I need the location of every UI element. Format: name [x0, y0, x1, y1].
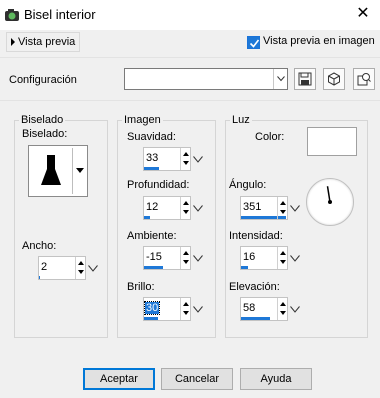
- ambience-level-bar: [144, 266, 164, 269]
- brightness-value: 30: [143, 301, 161, 315]
- chevron-down-icon[interactable]: [87, 257, 99, 279]
- cube-icon: [328, 72, 340, 86]
- color-label: Color:: [255, 131, 285, 143]
- stepper-arrows-icon[interactable]: [277, 298, 287, 320]
- width-spinner[interactable]: 2: [38, 256, 98, 280]
- chevron-down-icon[interactable]: [192, 197, 204, 219]
- chevron-down-icon[interactable]: [192, 148, 204, 170]
- app-icon: [5, 9, 19, 21]
- floppy-disk-icon: [298, 72, 312, 86]
- smoothness-level-bar: [144, 167, 160, 170]
- angle-dial-needle-icon: [326, 186, 332, 204]
- angle-value: 351: [243, 201, 262, 213]
- stepper-arrows-icon[interactable]: [277, 247, 287, 269]
- brightness-level-bar: [144, 317, 158, 320]
- elevation-label: Elevación:: [229, 281, 280, 293]
- preset-manager-icon: [357, 73, 371, 86]
- close-icon[interactable]: ✕: [354, 5, 372, 23]
- divider: [0, 100, 380, 101]
- depth-level-bar: [144, 216, 150, 219]
- brightness-label: Brillo:: [127, 281, 155, 293]
- ambience-spinner[interactable]: -15: [143, 246, 203, 270]
- checkmark-icon: [249, 39, 260, 48]
- width-level-bar: [39, 276, 41, 279]
- bevel-group-label: Biselado: [21, 114, 64, 126]
- intensity-level-bar: [241, 266, 249, 269]
- chevron-down-icon[interactable]: [76, 168, 84, 174]
- stepper-arrows-icon[interactable]: [180, 148, 190, 170]
- ambience-value: -15: [146, 251, 162, 263]
- smoothness-label: Suavidad:: [127, 131, 176, 143]
- preview-toggle-button[interactable]: Vista previa: [6, 32, 80, 52]
- cancel-button[interactable]: Cancelar: [161, 368, 233, 390]
- chevron-down-icon[interactable]: [192, 298, 204, 320]
- light-color-swatch[interactable]: [307, 127, 357, 156]
- bevel-shape-picker[interactable]: [28, 145, 88, 197]
- stepper-arrows-icon[interactable]: [180, 298, 190, 320]
- width-label: Ancho:: [22, 240, 57, 252]
- stepper-arrows-icon[interactable]: [180, 197, 190, 219]
- chevron-down-icon[interactable]: [289, 197, 301, 219]
- help-button[interactable]: Ayuda: [240, 368, 312, 390]
- config-label: Configuración: [9, 74, 77, 86]
- width-value: 2: [41, 261, 48, 273]
- stepper-arrows-icon[interactable]: [75, 257, 85, 279]
- chevron-down-icon[interactable]: [192, 247, 204, 269]
- stepper-arrows-icon[interactable]: [180, 247, 190, 269]
- window-title: Bisel interior: [24, 7, 96, 22]
- accept-button[interactable]: Aceptar: [83, 368, 155, 390]
- brightness-spinner[interactable]: 30: [143, 297, 203, 321]
- elevation-spinner[interactable]: 58: [240, 297, 300, 321]
- smoothness-spinner[interactable]: 33: [143, 147, 203, 171]
- intensity-label: Intensidad:: [229, 230, 283, 242]
- bevel-shape-icon: [41, 155, 61, 185]
- ambience-label: Ambiente:: [127, 230, 177, 242]
- depth-spinner[interactable]: 12: [143, 196, 203, 220]
- smoothness-value: 33: [146, 152, 159, 164]
- depth-label: Profundidad:: [127, 179, 190, 191]
- divider: [0, 57, 380, 58]
- elevation-level-bar: [241, 317, 271, 320]
- preview-toggle-label: Vista previa: [18, 36, 76, 48]
- depth-value: 12: [146, 201, 159, 213]
- angle-label: Ángulo:: [229, 179, 267, 191]
- config-select[interactable]: [124, 68, 288, 90]
- reset-preset-button[interactable]: [323, 68, 345, 90]
- title-bar: Bisel interior ✕: [0, 0, 380, 30]
- elevation-value: 58: [243, 302, 256, 314]
- light-group-label: Luz: [232, 114, 250, 126]
- preview-on-image-label: Vista previa en imagen: [263, 35, 375, 47]
- chevron-down-icon[interactable]: [289, 298, 301, 320]
- intensity-value: 16: [243, 251, 256, 263]
- save-preset-button[interactable]: [294, 68, 316, 90]
- chevron-down-icon[interactable]: [289, 247, 301, 269]
- manage-presets-button[interactable]: [353, 68, 375, 90]
- chevron-down-icon[interactable]: [273, 69, 287, 89]
- preview-on-image-checkbox[interactable]: [247, 36, 260, 49]
- angle-dial[interactable]: [306, 178, 354, 226]
- angle-spinner[interactable]: 351: [240, 196, 300, 220]
- stepper-arrows-icon[interactable]: [277, 197, 287, 219]
- expand-arrow-icon: [11, 38, 15, 46]
- image-group-label: Imagen: [124, 114, 161, 126]
- intensity-spinner[interactable]: 16: [240, 246, 300, 270]
- bevel-shape-label: Biselado:: [22, 128, 68, 140]
